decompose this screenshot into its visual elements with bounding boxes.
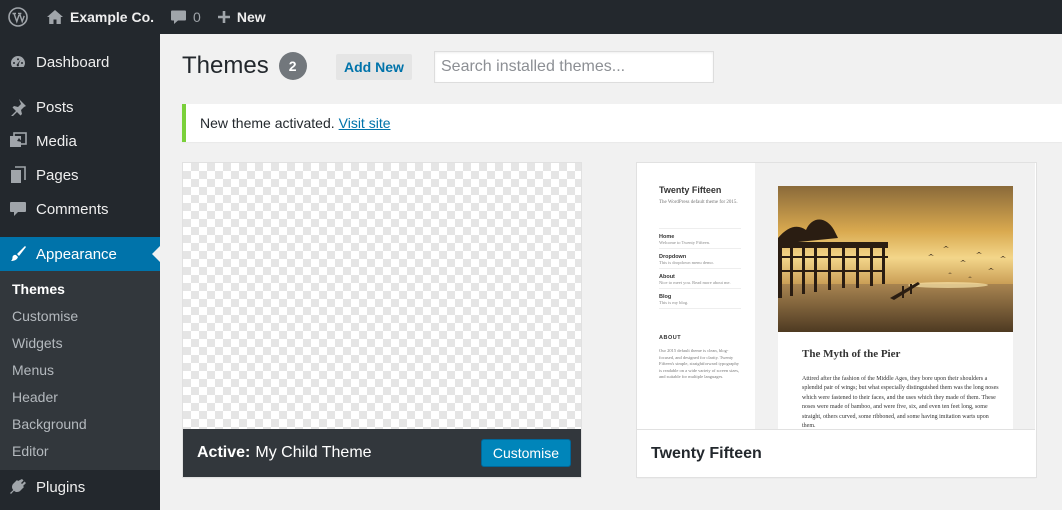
menu-item-pages[interactable]: Pages — [0, 158, 160, 192]
theme-name: My Child Theme — [255, 444, 372, 461]
pages-icon — [8, 165, 28, 185]
theme-screenshot-placeholder[interactable] — [183, 163, 581, 429]
page-header: Themes 2 — [182, 52, 307, 80]
submenu-item-background[interactable]: Background — [0, 410, 160, 437]
menu-item-posts[interactable]: Posts — [0, 90, 160, 124]
menu-label: Posts — [36, 98, 74, 116]
menu-label: Plugins — [36, 478, 86, 496]
menu-label: Pages — [36, 166, 79, 184]
menu-item-dashboard[interactable]: Dashboard — [0, 45, 160, 79]
customise-button[interactable]: Customise — [480, 439, 571, 467]
theme-name: Twenty Fifteen — [651, 444, 762, 462]
preview-nav: Home Welcome to Twenty Fifteen. Dropdown T… — [659, 228, 741, 309]
comments-count: 0 — [193, 9, 201, 25]
appearance-submenu: Themes Customise Widgets Menus Header Ba… — [0, 271, 160, 470]
theme-name-bar: Twenty Fifteen — [637, 429, 1035, 477]
new-content-link[interactable]: New — [209, 0, 274, 34]
new-label: New — [236, 9, 266, 25]
preview-site-title: Twenty Fifteen — [659, 185, 722, 195]
pier-photo — [778, 186, 1013, 332]
preview-sidebar: Twenty Fifteen The WordPress default the… — [637, 163, 755, 429]
pushpin-icon — [8, 97, 28, 117]
add-new-button[interactable]: Add New — [336, 54, 412, 80]
media-icon — [8, 131, 28, 151]
visit-site-link[interactable]: Visit site — [339, 115, 391, 131]
menu-label: Media — [36, 132, 77, 150]
plus-icon — [217, 10, 231, 24]
main-content: Themes 2 Add New New theme activated. Vi… — [160, 34, 1062, 510]
wordpress-logo-icon[interactable] — [0, 0, 38, 34]
admin-bar: Example Co. 0 New — [0, 0, 1062, 34]
menu-label: Dashboard — [36, 53, 110, 71]
submenu-item-customise[interactable]: Customise — [0, 302, 160, 329]
dashboard-icon — [8, 52, 28, 72]
comments-link[interactable]: 0 — [162, 0, 209, 34]
menu-item-comments[interactable]: Comments — [0, 192, 160, 226]
comment-bubble-icon — [170, 9, 187, 25]
preview-about-text: Our 2015 default theme is clean, blog-fo… — [659, 348, 740, 380]
search-themes-input[interactable] — [434, 51, 714, 83]
plugin-icon — [8, 477, 28, 497]
preview-site-desc: The WordPress default theme for 2015. — [659, 200, 738, 205]
submenu-item-header[interactable]: Header — [0, 383, 160, 410]
theme-name-bar: Active: My Child Theme Customise — [183, 429, 581, 477]
preview-nav-item: Home Welcome to Twenty Fifteen. — [659, 229, 741, 249]
theme-count-badge: 2 — [278, 52, 307, 80]
site-name: Example Co. — [70, 9, 155, 25]
theme-screenshot[interactable]: Twenty Fifteen The WordPress default the… — [637, 163, 1035, 429]
menu-item-appearance[interactable]: Appearance — [0, 237, 160, 271]
theme-card-my-child-theme[interactable]: Active: My Child Theme Customise — [182, 162, 582, 478]
menu-item-plugins[interactable]: Plugins — [0, 470, 160, 504]
preview-nav-item: Blog This is my blog. — [659, 289, 741, 309]
submenu-item-menus[interactable]: Menus — [0, 356, 160, 383]
submenu-item-widgets[interactable]: Widgets — [0, 329, 160, 356]
active-label: Active: — [197, 444, 251, 461]
menu-label: Appearance — [36, 245, 117, 263]
page-title: Themes — [182, 52, 269, 79]
submenu-item-editor[interactable]: Editor — [0, 437, 160, 464]
preview-nav-item: About Nice to meet you. Read more about m… — [659, 269, 741, 289]
site-name-link[interactable]: Example Co. — [38, 0, 162, 34]
submenu-item-themes[interactable]: Themes — [0, 275, 160, 302]
home-icon — [46, 9, 64, 25]
preview-post-body: Attired after the fashion of the Middle … — [802, 376, 999, 429]
preview-post: The Myth of the Pier Attired after the f… — [778, 186, 1013, 429]
admin-menu: Dashboard Posts Media Pages Comments App… — [0, 34, 160, 510]
comment-icon — [8, 199, 28, 219]
preview-about-heading: ABOUT — [659, 335, 682, 341]
twenty-fifteen-preview: Twenty Fifteen The WordPress default the… — [637, 163, 1035, 429]
menu-item-media[interactable]: Media — [0, 124, 160, 158]
theme-card-twenty-fifteen[interactable]: Twenty Fifteen The WordPress default the… — [636, 162, 1037, 478]
notice-text: New theme activated. — [200, 115, 335, 131]
theme-activated-notice: New theme activated. Visit site — [182, 104, 1062, 142]
menu-label: Comments — [36, 200, 109, 218]
paintbrush-icon — [8, 244, 28, 264]
preview-nav-item: Dropdown This is dropdown menu demo. — [659, 249, 741, 269]
preview-post-title: The Myth of the Pier — [802, 348, 901, 360]
